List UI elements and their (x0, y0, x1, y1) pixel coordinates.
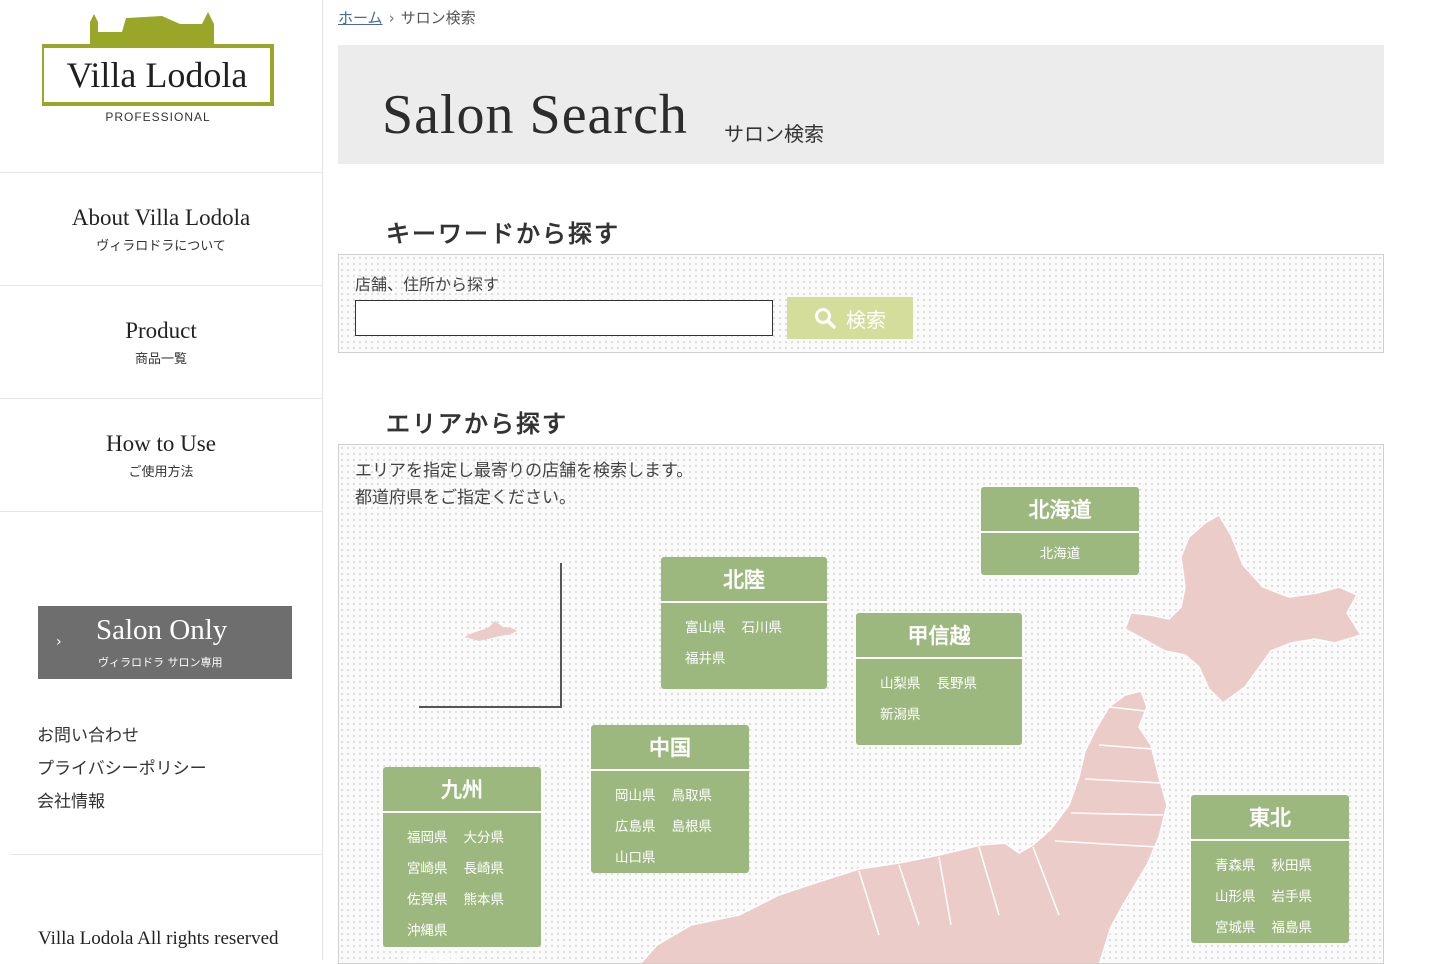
keyword-search-input[interactable] (355, 300, 773, 336)
pref-kagoshima[interactable]: 鹿児島県 (407, 947, 461, 963)
link-contact[interactable]: お問い合わせ (37, 720, 207, 753)
region-chugoku: 中国 岡山県 鳥取県 広島県 島根県 山口県 (591, 725, 749, 873)
page-subtitle: サロン検索 (724, 122, 824, 146)
pref-kumamoto[interactable]: 熊本県 (464, 885, 505, 916)
arrow-right-icon: › (56, 634, 62, 650)
nav-product[interactable]: Product 商品一覧 (0, 285, 322, 398)
nav-how-to-use-sublabel: ご使用方法 (128, 465, 194, 480)
keyword-search-box: 店舗、住所から探す 検索 (338, 254, 1384, 353)
link-privacy-policy[interactable]: プライバシーポリシー (37, 753, 207, 786)
nav-how-to-use[interactable]: How to Use ご使用方法 (0, 398, 322, 512)
pref-saga[interactable]: 佐賀県 (407, 885, 448, 916)
pref-niigata[interactable]: 新潟県 (880, 700, 921, 731)
region-title-hokkaido[interactable]: 北海道 (981, 487, 1139, 533)
pref-aomori[interactable]: 青森県 (1215, 851, 1256, 882)
pref-oita[interactable]: 大分県 (464, 823, 505, 854)
region-title-chugoku[interactable]: 中国 (591, 725, 749, 771)
region-hokkaido: 北海道 北海道 (981, 487, 1139, 575)
nav-about[interactable]: About Villa Lodola ヴィラロドラについて (0, 172, 322, 285)
pref-toyama[interactable]: 富山県 (685, 613, 726, 644)
region-title-hokuriku[interactable]: 北陸 (661, 557, 827, 603)
sidebar: Villa Lodola PROFESSIONAL About Villa Lo… (0, 0, 323, 960)
region-kyushu: 九州 福岡県 大分県 宮崎県 長崎県 佐賀県 熊本県 沖縄県鹿児島県 (383, 767, 541, 963)
pref-okayama[interactable]: 岡山県 (615, 781, 656, 812)
footer-links: お問い合わせ プライバシーポリシー 会社情報 (37, 720, 207, 819)
nav-product-sublabel: 商品一覧 (134, 352, 187, 367)
pref-yamanashi[interactable]: 山梨県 (880, 669, 921, 700)
okinawa-shape[interactable] (465, 621, 517, 641)
pref-miyazaki[interactable]: 宮崎県 (407, 854, 448, 885)
link-company-info[interactable]: 会社情報 (37, 786, 207, 819)
page-title: Salon Search (382, 84, 688, 146)
search-button-label: 検索 (846, 307, 886, 332)
pref-hiroshima[interactable]: 広島県 (615, 812, 656, 843)
keyword-section-title: キーワードから探す (386, 219, 620, 248)
region-hokuriku: 北陸 富山県 石川県 福井県 (661, 557, 827, 689)
logo-name: Villa Lodola (67, 55, 248, 95)
copyright: Villa Lodola All rights reserved (38, 928, 279, 949)
area-search-box: エリアを指定し最寄りの店舗を検索します。 都道府県をご指定ください。 北海道 北… (338, 444, 1384, 964)
hokkaido-shape[interactable] (1124, 513, 1363, 704)
area-section-title: エリアから探す (386, 409, 568, 438)
region-koshinetsu: 甲信越 山梨県 長野県 新潟県 (856, 613, 1022, 745)
breadcrumb-home[interactable]: ホーム (338, 9, 383, 27)
pref-shimane[interactable]: 島根県 (672, 812, 713, 843)
page-title-band: Salon Search サロン検索 (338, 45, 1384, 164)
nav-how-to-use-label: How to Use (106, 431, 216, 456)
pref-nagasaki[interactable]: 長崎県 (464, 854, 505, 885)
pref-iwate[interactable]: 岩手県 (1272, 882, 1313, 913)
logo-subtitle: PROFESSIONAL (105, 110, 211, 124)
nav-about-sublabel: ヴィラロドラについて (96, 239, 226, 254)
pref-yamagata[interactable]: 山形県 (1215, 882, 1256, 913)
pref-fukuoka[interactable]: 福岡県 (407, 823, 448, 854)
pref-fukushima[interactable]: 福島県 (1272, 913, 1313, 944)
pref-akita[interactable]: 秋田県 (1272, 851, 1313, 882)
region-tohoku: 東北 青森県 秋田県 山形県 岩手県 宮城県 福島県 (1191, 795, 1349, 943)
nav-product-label: Product (125, 318, 197, 343)
pref-hokkaido[interactable]: 北海道 (1040, 539, 1081, 570)
region-title-tohoku[interactable]: 東北 (1191, 795, 1349, 841)
divider (10, 854, 322, 855)
salon-only-sublabel: ヴィラロドラ サロン専用 (98, 656, 223, 669)
search-icon (815, 308, 836, 329)
region-title-kyushu[interactable]: 九州 (383, 767, 541, 813)
chevron-right-icon: › (388, 9, 395, 27)
pref-tottori[interactable]: 鳥取県 (672, 781, 713, 812)
salon-only-button[interactable]: › Salon Only ヴィラロドラ サロン専用 (38, 606, 292, 679)
keyword-field-label: 店舗、住所から探す (355, 275, 500, 294)
search-button[interactable]: 検索 (787, 297, 913, 339)
breadcrumb: ホーム › サロン検索 (338, 7, 476, 28)
salon-only-label: Salon Only (96, 614, 228, 646)
nav-about-label: About Villa Lodola (71, 205, 251, 230)
villa-lodola-logo[interactable]: Villa Lodola PROFESSIONAL (42, 10, 274, 130)
pref-yamaguchi[interactable]: 山口県 (615, 843, 656, 874)
pref-miyagi[interactable]: 宮城県 (1215, 913, 1256, 944)
pref-okinawa[interactable]: 沖縄県 (407, 916, 448, 947)
region-title-koshinetsu[interactable]: 甲信越 (856, 613, 1022, 659)
breadcrumb-current: サロン検索 (400, 9, 476, 27)
pref-ishikawa[interactable]: 石川県 (742, 613, 783, 644)
pref-nagano[interactable]: 長野県 (937, 669, 978, 700)
logo-emblem: Villa Lodola (42, 12, 274, 106)
pref-fukui[interactable]: 福井県 (685, 644, 726, 675)
